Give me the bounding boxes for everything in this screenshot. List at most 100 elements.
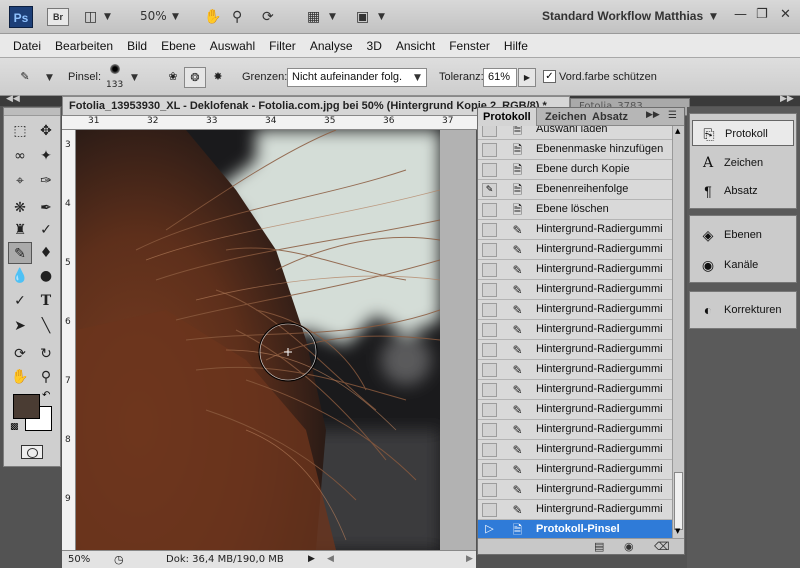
history-source-checkbox[interactable] bbox=[482, 403, 497, 417]
history-source-checkbox[interactable] bbox=[482, 283, 497, 297]
horizontal-ruler[interactable]: 31 32 33 34 35 36 37 bbox=[62, 116, 482, 130]
menu-3d[interactable]: 3D bbox=[360, 34, 389, 57]
limits-select[interactable]: Nicht aufeinander folg. bbox=[287, 68, 427, 87]
history-step[interactable]: ✎ Hintergrund-Radiergummi bbox=[478, 320, 672, 340]
status-zoom[interactable]: 50% bbox=[68, 551, 90, 568]
history-step[interactable]: ✎ Hintergrund-Radiergummi bbox=[478, 240, 672, 260]
history-source-checkbox[interactable] bbox=[482, 303, 497, 317]
history-source-checkbox[interactable] bbox=[482, 383, 497, 397]
scroll-up-icon[interactable]: ▲ bbox=[675, 127, 680, 135]
chevron-down-icon[interactable]: ▼ bbox=[378, 7, 385, 27]
history-step[interactable]: 🗎 Auswahl laden bbox=[478, 126, 672, 140]
hand-tool-icon[interactable]: ✋ bbox=[204, 7, 221, 27]
history-step[interactable]: ✎ Hintergrund-Radiergummi bbox=[478, 340, 672, 360]
history-step[interactable]: ✎ Hintergrund-Radiergummi bbox=[478, 420, 672, 440]
eyedropper-tool-icon[interactable]: ✑ bbox=[34, 170, 58, 192]
status-menu-arrow-icon[interactable]: ▶ bbox=[308, 551, 315, 568]
vertical-ruler[interactable]: 3 4 5 6 7 8 9 bbox=[62, 130, 76, 550]
history-step[interactable]: ✎ Hintergrund-Radiergummi bbox=[478, 480, 672, 500]
protect-foreground-checkbox[interactable]: ✓ bbox=[543, 70, 556, 83]
background-eraser-tool-icon[interactable]: ✎ bbox=[8, 242, 32, 264]
arrange-documents-icon[interactable]: ▦ bbox=[307, 7, 320, 27]
magic-wand-tool-icon[interactable]: ✦ bbox=[34, 145, 58, 167]
restore-icon[interactable]: ❐ bbox=[756, 7, 768, 22]
history-step[interactable]: 🗎 Ebene durch Kopie bbox=[478, 160, 672, 180]
tab-protokoll[interactable]: Protokoll bbox=[478, 108, 537, 126]
history-step[interactable]: ✎ Hintergrund-Radiergummi bbox=[478, 280, 672, 300]
menu-fenster[interactable]: Fenster bbox=[442, 34, 497, 57]
menu-filter[interactable]: Filter bbox=[262, 34, 303, 57]
history-step-current[interactable]: ▷ 🗎 Protokoll-Pinsel bbox=[478, 520, 672, 538]
brush-tip-preview-icon[interactable] bbox=[110, 64, 120, 74]
document-canvas[interactable] bbox=[76, 130, 440, 550]
new-snapshot-icon[interactable]: ◉ bbox=[624, 540, 634, 553]
3d-rotate-tool-icon[interactable]: ⟳ bbox=[8, 343, 32, 365]
history-source-brush-icon[interactable]: ✎ bbox=[482, 183, 497, 197]
history-step[interactable]: ✎ 🗎 Ebenenreihenfolge bbox=[478, 180, 672, 200]
history-source-checkbox[interactable] bbox=[482, 243, 497, 257]
brush-tool-icon[interactable]: ✒ bbox=[34, 197, 58, 219]
menu-ansicht[interactable]: Ansicht bbox=[389, 34, 442, 57]
history-source-checkbox[interactable] bbox=[482, 163, 497, 177]
menu-datei[interactable]: Datei bbox=[6, 34, 48, 57]
history-step[interactable]: ✎ Hintergrund-Radiergummi bbox=[478, 440, 672, 460]
chevron-down-icon[interactable]: ▼ bbox=[46, 68, 53, 88]
history-source-checkbox[interactable] bbox=[482, 323, 497, 337]
clone-stamp-tool-icon[interactable]: ♜ bbox=[8, 219, 32, 241]
healing-brush-tool-icon[interactable]: ❋ bbox=[8, 197, 32, 219]
history-step[interactable]: ✎ Hintergrund-Radiergummi bbox=[478, 300, 672, 320]
film-strip-icon[interactable]: ◫ bbox=[84, 7, 97, 27]
rotate-view-icon[interactable]: ⟳ bbox=[262, 7, 274, 27]
menu-hilfe[interactable]: Hilfe bbox=[497, 34, 535, 57]
scroll-left-icon[interactable]: ◀ bbox=[327, 551, 334, 568]
history-source-checkbox[interactable] bbox=[482, 483, 497, 497]
chevron-down-icon[interactable]: ▼ bbox=[104, 7, 111, 27]
tolerance-input[interactable]: 61% bbox=[483, 68, 517, 87]
pen-tool-icon[interactable]: ✓ bbox=[8, 290, 32, 312]
hand-tool-icon[interactable]: ✋ bbox=[8, 366, 32, 388]
collapse-panel-icon[interactable]: ▶▶ bbox=[646, 110, 660, 120]
history-source-checkbox[interactable] bbox=[482, 126, 497, 137]
collapse-arrows-icon[interactable]: ◀◀ bbox=[6, 94, 20, 104]
foreground-color-swatch[interactable] bbox=[13, 394, 40, 419]
history-source-checkbox[interactable] bbox=[482, 343, 497, 357]
move-tool-icon[interactable]: ✥ bbox=[34, 120, 58, 142]
chevron-down-icon[interactable]: ▼ bbox=[414, 68, 421, 88]
chevron-down-icon[interactable]: ▼ bbox=[329, 7, 336, 27]
workspace-switcher[interactable]: Standard Workflow Matthias bbox=[542, 9, 703, 23]
dodge-tool-icon[interactable]: ● bbox=[34, 265, 58, 287]
chevron-down-icon[interactable]: ▼ bbox=[131, 68, 138, 88]
history-step[interactable]: ✎ Hintergrund-Radiergummi bbox=[478, 500, 672, 520]
menu-bearbeiten[interactable]: Bearbeiten bbox=[48, 34, 120, 57]
dock-item-zeichen[interactable]: A Zeichen bbox=[692, 150, 794, 176]
scroll-thumb[interactable] bbox=[674, 472, 683, 530]
history-source-checkbox[interactable] bbox=[482, 443, 497, 457]
history-source-checkbox[interactable] bbox=[482, 503, 497, 517]
history-source-checkbox[interactable] bbox=[482, 423, 497, 437]
blur-tool-icon[interactable]: 💧 bbox=[8, 265, 32, 287]
history-step[interactable]: 🗎 Ebene löschen bbox=[478, 200, 672, 220]
history-source-checkbox[interactable] bbox=[482, 463, 497, 477]
tab-zeichen[interactable]: Zeichen bbox=[540, 108, 592, 126]
history-source-checkbox[interactable] bbox=[482, 263, 497, 277]
panel-menu-icon[interactable]: ☰ bbox=[668, 110, 677, 121]
dock-item-kanaele[interactable]: ◉ Kanäle bbox=[692, 252, 794, 278]
history-step[interactable]: ✎ Hintergrund-Radiergummi bbox=[478, 260, 672, 280]
type-tool-icon[interactable]: T bbox=[34, 290, 58, 312]
history-source-checkbox[interactable] bbox=[482, 203, 497, 217]
3d-orbit-tool-icon[interactable]: ↻ bbox=[34, 343, 58, 365]
menu-analyse[interactable]: Analyse bbox=[303, 34, 360, 57]
bridge-button[interactable]: Br bbox=[47, 8, 69, 26]
screen-mode-icon[interactable]: ▣ bbox=[356, 7, 369, 27]
scroll-right-icon[interactable]: ▶ bbox=[466, 551, 473, 568]
zoom-tool-icon[interactable]: ⚲ bbox=[34, 366, 58, 388]
tool-preset-eraser-icon[interactable]: ✎ bbox=[14, 67, 36, 88]
tolerance-slider-toggle[interactable]: ▶ bbox=[518, 68, 536, 87]
history-step[interactable]: ✎ Hintergrund-Radiergummi bbox=[478, 220, 672, 240]
new-document-from-state-icon[interactable]: ▤ bbox=[594, 540, 604, 553]
history-source-checkbox[interactable] bbox=[482, 223, 497, 237]
menu-ebene[interactable]: Ebene bbox=[154, 34, 203, 57]
path-selection-tool-icon[interactable]: ➤ bbox=[8, 315, 32, 337]
chevron-down-icon[interactable]: ▼ bbox=[710, 7, 717, 27]
status-info-icon[interactable]: ◷ bbox=[114, 551, 124, 568]
